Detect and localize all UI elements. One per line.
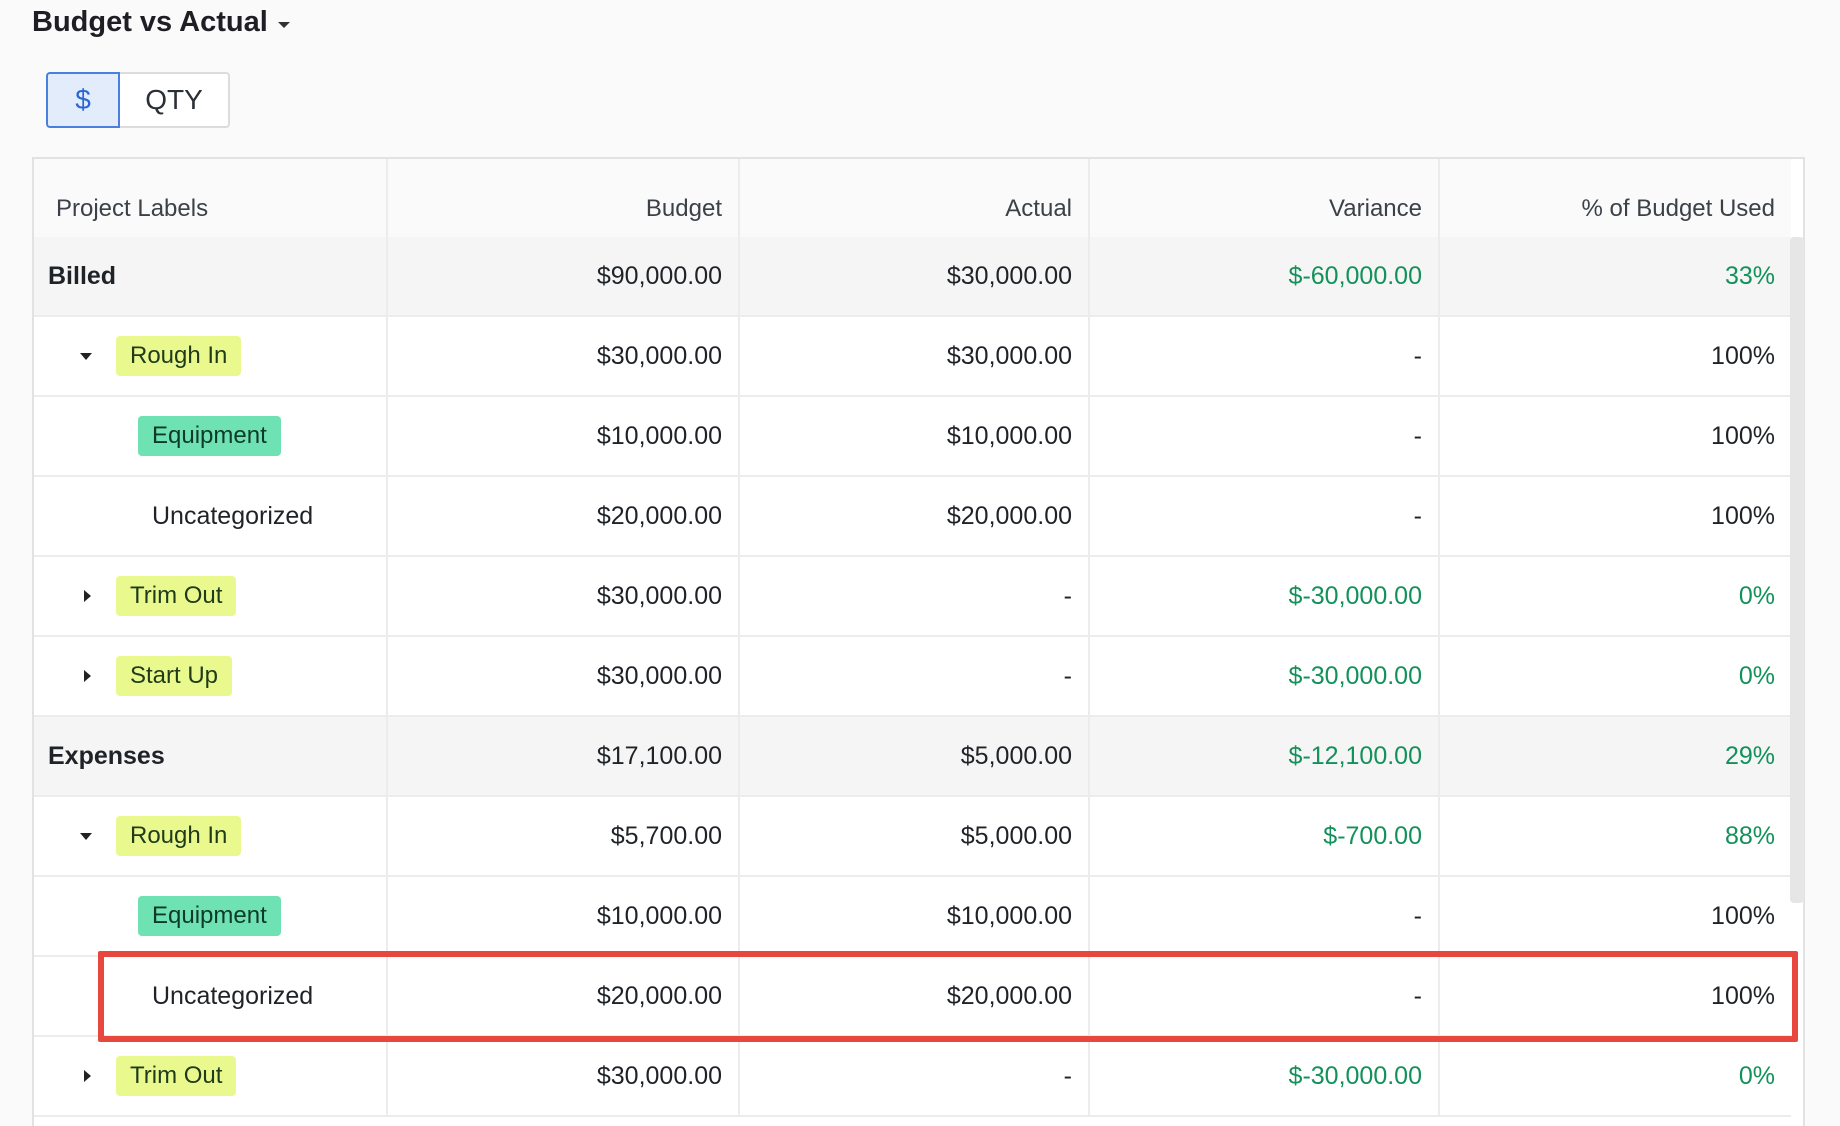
actual-cell: $5,000.00 (740, 717, 1090, 795)
table-row[interactable]: Start Up $30,000.00- $-30,000.00 0% (34, 637, 1791, 717)
variance-cell: $-30,000.00 (1090, 1037, 1440, 1115)
actual-cell: $5,000.00 (740, 797, 1090, 875)
budget-cell: $20,000.00 (388, 957, 740, 1035)
table-row[interactable]: Rough In $5,700.00 $5,000.00 $-700.00 88% (34, 797, 1791, 877)
column-header-labels[interactable]: Project Labels (34, 159, 388, 237)
budget-cell: $10,000.00 (388, 397, 740, 475)
percent-cell: 100% (1711, 901, 1775, 930)
table-row[interactable]: Uncategorized $20,000.00 $20,000.00-100% (34, 957, 1791, 1037)
variance-cell: - (1090, 317, 1440, 395)
variance-cell: $-700.00 (1090, 797, 1440, 875)
page-title: Budget vs Actual (32, 6, 268, 38)
budget-cell: $17,100.00 (388, 717, 740, 795)
label-tag: Equipment (138, 896, 281, 936)
table-row[interactable]: Equipment $10,000.00 $10,000.00-100% (34, 877, 1791, 957)
percent-cell: 100% (1711, 501, 1775, 530)
caret-right-icon[interactable] (84, 590, 91, 602)
percent-cell: 100% (1711, 341, 1775, 370)
caret-down-icon[interactable] (80, 832, 92, 840)
actual-cell: $20,000.00 (740, 957, 1090, 1035)
budget-cell: $30,000.00 (388, 637, 740, 715)
toggle-dollar-button[interactable]: $ (46, 72, 120, 128)
actual-cell: - (740, 557, 1090, 635)
budget-cell: $20,000.00 (388, 477, 740, 555)
label-tag: Trim Out (116, 1056, 237, 1096)
row-label: Uncategorized (152, 981, 314, 1010)
label-tag: Equipment (138, 416, 281, 456)
actual-cell: $20,000.00 (740, 477, 1090, 555)
row-label-cell: Start Up (34, 637, 388, 715)
row-label-cell: Equipment (34, 877, 388, 955)
percent-cell: 0% (1738, 581, 1775, 610)
report-title-dropdown[interactable]: Budget vs Actual (32, 6, 290, 39)
table-row[interactable]: Trim Out $30,000.00- $-30,000.00 0% (34, 1037, 1791, 1117)
table-row[interactable]: Equipment $10,000.00 $10,000.00-100% (34, 397, 1791, 477)
chevron-down-icon (277, 21, 290, 28)
caret-down-icon[interactable] (80, 352, 92, 360)
caret-right-icon[interactable] (84, 670, 91, 682)
unit-toggle: $ QTY (46, 72, 230, 128)
variance-cell: $-60,000.00 (1090, 237, 1440, 315)
row-label-cell: Equipment (34, 397, 388, 475)
row-label-cell: Trim Out (34, 1037, 388, 1115)
column-header-variance[interactable]: Variance (1090, 159, 1440, 237)
percent-cell: 29% (1724, 741, 1775, 770)
table-group-row[interactable]: Expenses $17,100.00 $5,000.00 $-12,100.00 29… (34, 717, 1791, 797)
percent-cell: 88% (1724, 821, 1775, 850)
row-label-cell: Uncategorized (34, 957, 388, 1035)
table-row[interactable]: Trim Out $30,000.00- $-30,000.00 0% (34, 557, 1791, 637)
table-row[interactable]: Uncategorized $20,000.00 $20,000.00-100% (34, 477, 1791, 557)
row-label-cell: Uncategorized (34, 477, 388, 555)
variance-cell: - (1090, 957, 1440, 1035)
variance-cell: $-12,100.00 (1090, 717, 1440, 795)
budget-cell: $30,000.00 (388, 317, 740, 395)
row-label-cell: Trim Out (34, 557, 388, 635)
row-label: Uncategorized (152, 501, 314, 530)
budget-table: Project Labels Budget Actual Variance % … (32, 157, 1805, 1126)
caret-right-icon[interactable] (84, 1070, 91, 1082)
table-header: Project Labels Budget Actual Variance % … (34, 159, 1791, 239)
toggle-qty-button[interactable]: QTY (120, 72, 230, 128)
percent-cell: 100% (1711, 981, 1775, 1010)
actual-cell: $30,000.00 (740, 237, 1090, 315)
group-label: Expenses (48, 741, 165, 770)
variance-cell: - (1090, 877, 1440, 955)
budget-cell: $30,000.00 (388, 1037, 740, 1115)
variance-cell: - (1090, 477, 1440, 555)
percent-cell: 100% (1711, 421, 1775, 450)
row-label-cell: Expenses (34, 717, 388, 795)
row-label-cell: Rough In (34, 317, 388, 395)
actual-cell: $10,000.00 (740, 877, 1090, 955)
variance-cell: - (1090, 397, 1440, 475)
actual-cell: $30,000.00 (740, 317, 1090, 395)
label-tag: Rough In (116, 816, 242, 856)
budget-cell: $90,000.00 (388, 237, 740, 315)
row-label-cell: Rough In (34, 797, 388, 875)
variance-cell: $-30,000.00 (1090, 557, 1440, 635)
budget-cell: $10,000.00 (388, 877, 740, 955)
actual-cell: $10,000.00 (740, 397, 1090, 475)
table-group-row[interactable]: Billed $90,000.00 $30,000.00 $-60,000.00 33% (34, 237, 1791, 317)
label-tag: Rough In (116, 336, 242, 376)
actual-cell: - (740, 1037, 1090, 1115)
row-label-cell: Billed (34, 237, 388, 315)
actual-cell: - (740, 637, 1090, 715)
budget-cell: $30,000.00 (388, 557, 740, 635)
table-row[interactable]: Rough In $30,000.00 $30,000.00-100% (34, 317, 1791, 397)
label-tag: Trim Out (116, 576, 237, 616)
column-header-percent[interactable]: % of Budget Used (1440, 159, 1791, 237)
percent-cell: 0% (1738, 661, 1775, 690)
column-header-actual[interactable]: Actual (740, 159, 1090, 237)
column-header-budget[interactable]: Budget (388, 159, 740, 237)
budget-cell: $5,700.00 (388, 797, 740, 875)
vertical-scrollbar[interactable] (1790, 237, 1804, 903)
variance-cell: $-30,000.00 (1090, 637, 1440, 715)
label-tag: Start Up (116, 656, 233, 696)
group-label: Billed (48, 261, 117, 290)
percent-cell: 33% (1724, 261, 1775, 290)
percent-cell: 0% (1738, 1061, 1775, 1090)
